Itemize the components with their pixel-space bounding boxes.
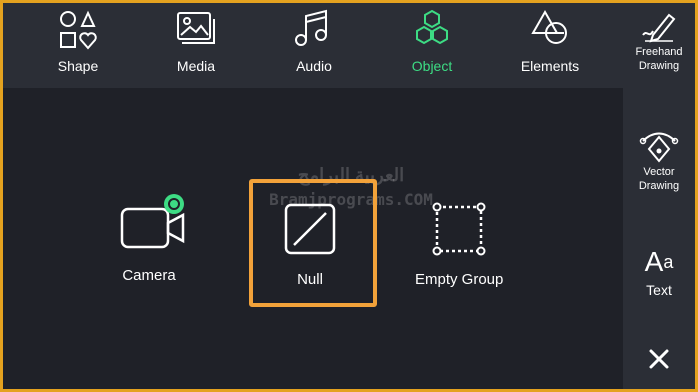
empty-group-icon: [432, 202, 486, 256]
tab-label: Elements: [520, 58, 580, 74]
tab-label: Object: [411, 58, 453, 74]
media-icon: [177, 12, 215, 44]
null-object[interactable]: Null: [282, 201, 338, 288]
app-window: Shape Media Audio Object Elements Freeha…: [3, 3, 695, 389]
null-icon: [284, 203, 336, 255]
text-tool[interactable]: Aa Text: [623, 246, 695, 298]
object-icon: [416, 9, 448, 45]
elements-icon: [531, 9, 567, 44]
vector-drawing-icon: [639, 132, 679, 163]
tab-media[interactable]: Media: [141, 3, 251, 88]
tab-object[interactable]: Object: [377, 3, 487, 88]
tab-elements[interactable]: Elements: [495, 3, 605, 88]
text-icon: Aa: [644, 246, 674, 277]
tab-shape[interactable]: Shape: [23, 3, 133, 88]
vector-drawing-tool[interactable]: Vector Drawing: [623, 127, 695, 193]
tab-label: Shape: [57, 58, 99, 74]
freehand-drawing-icon: [642, 13, 676, 43]
camera-object[interactable]: Camera: [109, 193, 189, 284]
shape-icon: [60, 10, 97, 50]
tool-label: Vector Drawing: [638, 166, 680, 192]
top-toolbar: Shape Media Audio Object Elements: [3, 3, 623, 88]
object-label: Null: [297, 271, 323, 288]
tab-label: Audio: [296, 58, 332, 74]
object-label: Empty Group: [415, 271, 504, 288]
tool-label: Text: [646, 282, 672, 298]
empty-group-object[interactable]: Empty Group: [415, 201, 503, 288]
audio-icon: [295, 9, 327, 46]
object-label: Camera: [122, 267, 176, 284]
freehand-drawing-tool[interactable]: Freehand Drawing: [623, 9, 695, 73]
tab-label: Media: [176, 58, 216, 74]
camera-icon: [120, 194, 185, 249]
tab-audio[interactable]: Audio: [259, 3, 369, 88]
close-button[interactable]: [623, 347, 695, 371]
right-sidebar: Freehand Drawing Vector Drawing Aa Text: [623, 3, 695, 389]
close-icon: [649, 349, 669, 369]
tool-label: Freehand Drawing: [635, 46, 683, 72]
